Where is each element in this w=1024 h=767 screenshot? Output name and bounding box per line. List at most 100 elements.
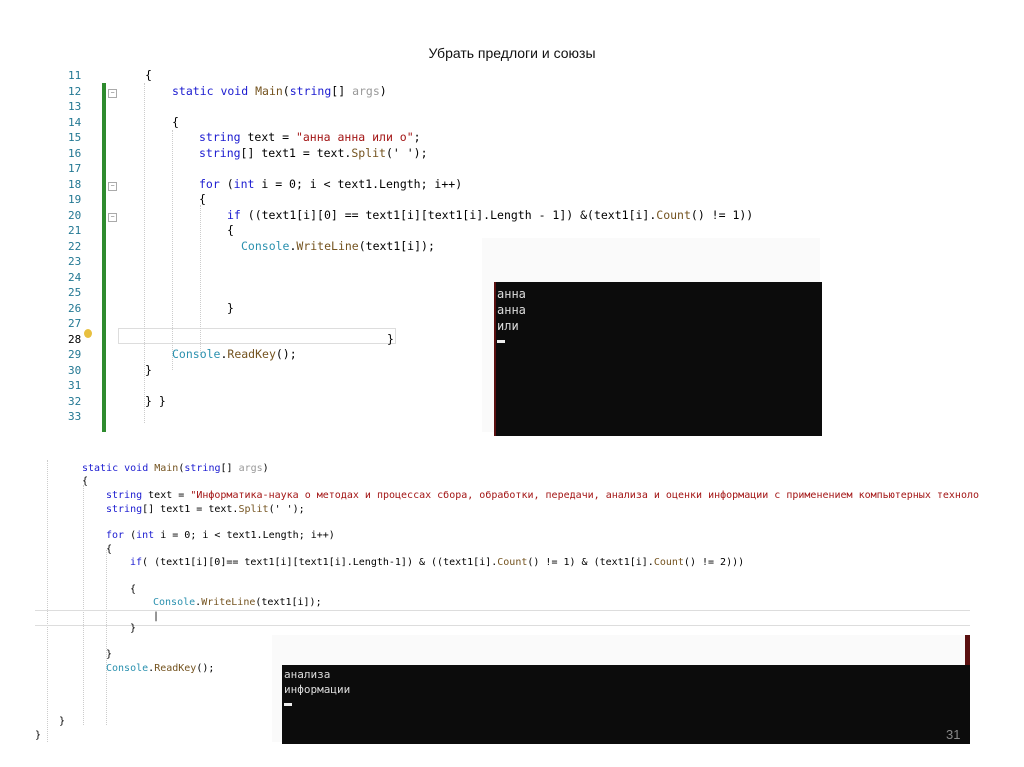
fold-toggle-icon[interactable]: −	[108, 181, 117, 191]
code-line[interactable]: Console.ReadKey();	[106, 663, 214, 674]
code-token: i = 0; i < text1.Length; i++)	[261, 176, 463, 191]
code-line[interactable]: Console.WriteLine(text1[i]);	[153, 597, 322, 608]
code-token: }	[59, 716, 66, 727]
code-line[interactable]: string text = "анна анна или о";	[199, 130, 421, 144]
code-line[interactable]: }	[59, 716, 65, 727]
code-line[interactable]: if ((text1[i][0] == text1[i][text1[i].Le…	[227, 208, 753, 222]
top-console-window: анна анна или	[482, 238, 822, 436]
code-line[interactable]: {	[130, 584, 136, 595]
code-line[interactable]: Console.WriteLine(text1[i]);	[241, 239, 435, 253]
window-border	[965, 635, 970, 665]
line-number: 27	[68, 317, 82, 330]
code-token: args	[352, 83, 380, 98]
code-line[interactable]: {	[199, 192, 206, 206]
cursor-icon	[284, 703, 292, 706]
code-line[interactable]: }	[35, 730, 41, 741]
code-token: int	[233, 176, 262, 191]
code-token: [] text1 = text.	[240, 145, 352, 160]
code-token: Count	[656, 207, 691, 222]
code-token: ReadKey	[227, 347, 276, 361]
code-token: string	[199, 130, 248, 144]
code-line[interactable]: {	[106, 544, 112, 555]
code-token: Console	[241, 238, 290, 253]
code-token: {	[82, 476, 89, 487]
code-line[interactable]: }	[227, 301, 234, 315]
code-token: (' ');	[385, 145, 428, 160]
line-number: 18	[68, 177, 82, 191]
code-token: string	[199, 145, 241, 160]
code-token: Count	[497, 557, 528, 568]
code-token: }	[387, 331, 394, 346]
code-token: Main	[154, 463, 179, 474]
code-line[interactable]: {	[172, 115, 179, 129]
line-number: 29	[68, 348, 82, 361]
line-number: 24	[68, 270, 82, 284]
line-number: 19	[68, 193, 82, 206]
code-token: Console	[172, 347, 221, 361]
line-number: 31	[68, 379, 82, 392]
line-number: 12	[68, 84, 82, 98]
page-number: 31	[946, 727, 961, 742]
code-line[interactable]: if( (text1[i][0]== text1[i][text1[i].Len…	[130, 557, 744, 568]
fold-toggle-icon[interactable]: −	[108, 88, 117, 98]
code-token: WriteLine	[201, 597, 256, 608]
code-line[interactable]: }	[130, 623, 136, 634]
code-line[interactable]: }	[106, 649, 112, 660]
code-line[interactable]: |	[153, 611, 159, 622]
code-token: string	[184, 463, 221, 474]
code-line[interactable]: string[] text1 = text.Split(' ');	[199, 146, 428, 160]
code-line[interactable]: }	[387, 332, 394, 346]
code-token: (	[226, 176, 234, 191]
code-line[interactable]: } }	[145, 394, 166, 408]
code-line[interactable]: Console.ReadKey();	[172, 347, 297, 361]
code-token: []	[220, 463, 239, 474]
line-number: 21	[68, 224, 82, 237]
code-token: {	[199, 192, 206, 206]
line-number: 14	[68, 115, 82, 129]
code-line[interactable]: for (int i = 0; i < text1.Length; i++)	[199, 177, 462, 191]
code-token: (	[282, 83, 290, 98]
code-line[interactable]: {	[82, 476, 88, 487]
line-number: 26	[68, 301, 82, 315]
code-token: }	[130, 623, 137, 634]
code-token: for	[106, 530, 131, 541]
line-number: 16	[68, 146, 82, 160]
line-number: 25	[68, 286, 82, 299]
code-token: [] text1 = text.	[142, 504, 239, 515]
code-line[interactable]: static void Main(string[] args)	[172, 84, 387, 98]
indent-guide	[106, 550, 107, 725]
indent-guide	[83, 485, 84, 725]
code-token: Main	[255, 83, 283, 98]
code-line[interactable]: string[] text1 = text.Split(' ');	[106, 504, 305, 515]
code-token: text =	[148, 490, 191, 501]
code-line[interactable]: for (int i = 0; i < text1.Length; i++)	[106, 530, 335, 541]
code-token: (text1[i]);	[358, 238, 435, 253]
console-output: анна анна или	[494, 282, 822, 436]
fold-toggle-icon[interactable]: −	[108, 212, 117, 222]
code-token: args	[238, 463, 263, 474]
code-token: "анна анна или о"	[295, 130, 414, 144]
console-line: анна	[497, 287, 526, 301]
line-number: 28	[68, 332, 82, 346]
indent-guide	[200, 205, 201, 355]
code-line[interactable]: {	[145, 68, 152, 82]
line-number: 20	[68, 208, 82, 222]
code-line[interactable]: static void Main(string[] args)	[82, 463, 269, 474]
code-token: )	[262, 463, 269, 474]
lightbulb-icon[interactable]	[84, 329, 92, 338]
code-token: (text1[i]);	[255, 597, 322, 608]
line-highlight	[118, 328, 396, 344]
slide-title: Убрать предлоги и союзы	[428, 45, 596, 61]
code-token: () != 1))	[690, 207, 754, 222]
code-line[interactable]: {	[227, 223, 234, 237]
code-token: []	[331, 83, 353, 98]
code-line[interactable]: }	[145, 363, 152, 377]
code-token: |	[153, 611, 160, 622]
code-token: }	[145, 362, 152, 377]
line-number: 15	[68, 131, 82, 144]
code-line[interactable]: string text = "Информатика-наука о метод…	[106, 490, 979, 501]
cursor-icon	[497, 340, 505, 343]
line-number: 33	[68, 410, 82, 423]
console-line: анна	[497, 303, 526, 317]
code-token: if	[227, 207, 248, 222]
